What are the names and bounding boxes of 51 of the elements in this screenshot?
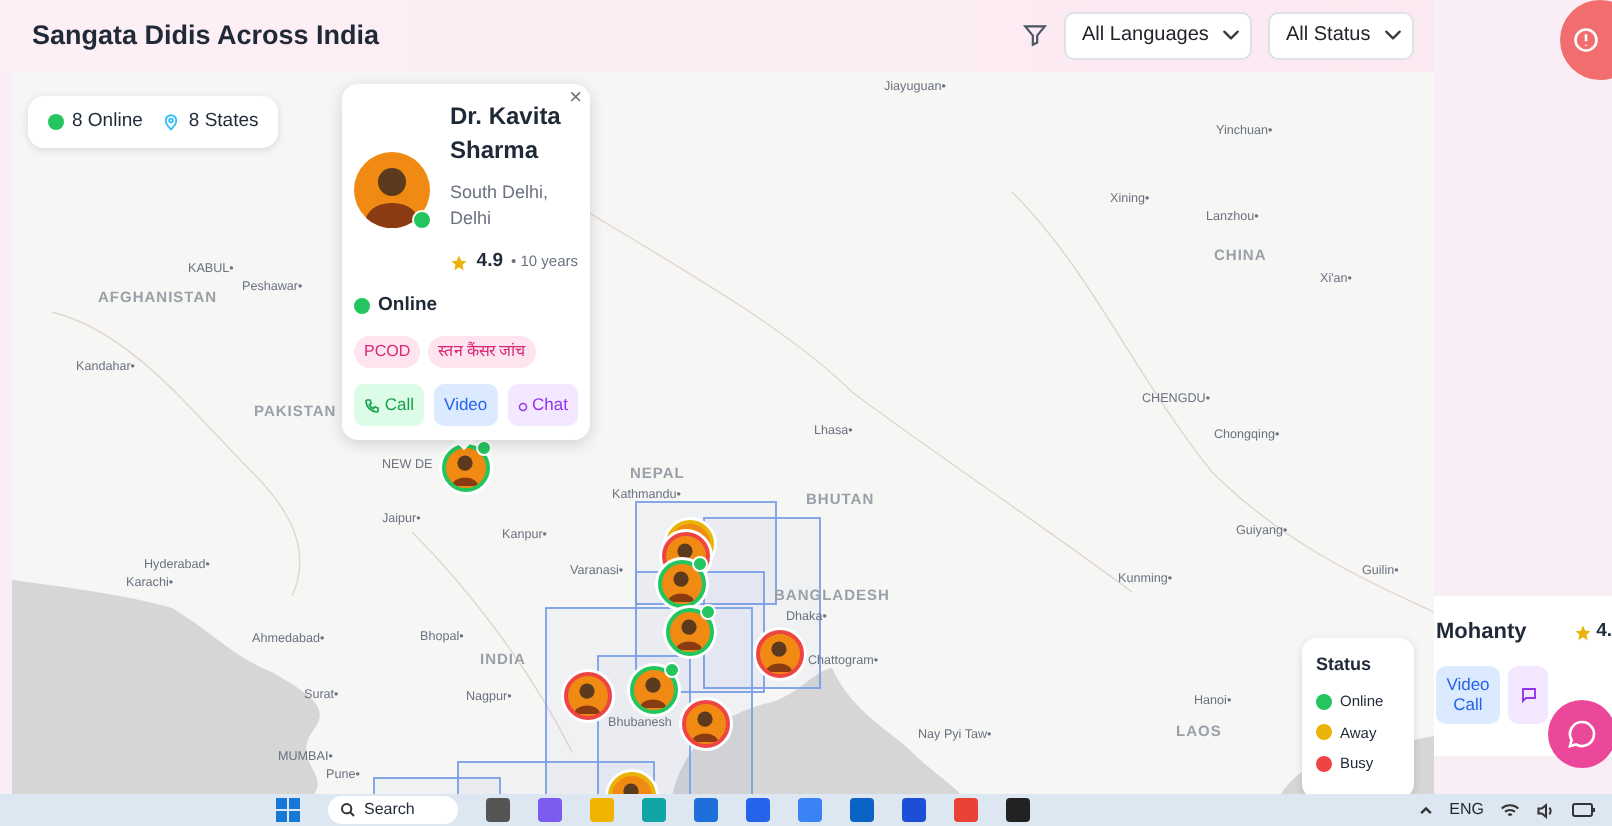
star-icon — [450, 253, 469, 272]
search-field[interactable]: Search — [328, 796, 459, 824]
search-icon — [340, 802, 356, 818]
avatar-marker[interactable] — [756, 629, 804, 678]
filter-icon[interactable] — [1022, 22, 1048, 49]
specialty-tag: PCOD — [354, 336, 421, 369]
star-icon — [1574, 623, 1593, 642]
avatar-marker[interactable] — [630, 665, 678, 714]
avatar-marker[interactable] — [666, 607, 714, 656]
chat-icon — [1519, 685, 1537, 704]
doctor-name: Mohanty — [1436, 618, 1527, 648]
app-icon[interactable] — [486, 798, 511, 822]
specialty-tag: स्तन कैंसर जांच — [428, 336, 536, 369]
alert-icon — [1572, 24, 1600, 56]
stat-text: 8 States — [188, 107, 259, 136]
phone-icon — [364, 398, 380, 415]
avatar-marker[interactable] — [442, 443, 490, 492]
chat-button[interactable]: Chat — [507, 384, 578, 427]
battery-icon[interactable] — [1572, 802, 1596, 818]
chat-button[interactable] — [1508, 665, 1548, 723]
chat-icon — [1566, 718, 1598, 750]
chevron-up-icon[interactable] — [1417, 802, 1434, 818]
app-icon[interactable] — [1006, 798, 1031, 822]
doctor-location: South Delhi, Delhi — [450, 179, 551, 232]
filter-select[interactable]: All Status — [1268, 11, 1414, 60]
map-pin-icon — [162, 112, 181, 133]
avatar — [354, 151, 430, 228]
legend-title: Status — [1316, 651, 1374, 678]
stat-text: 8 Online — [72, 107, 143, 136]
filter-select[interactable]: All Languages — [1064, 11, 1252, 60]
start-icon[interactable] — [276, 798, 300, 822]
chat-button[interactable] — [1548, 700, 1612, 768]
avatar-marker[interactable] — [682, 699, 730, 748]
video-button[interactable]: Video Call — [1436, 665, 1500, 723]
circle-icon — [517, 401, 528, 412]
volume-icon[interactable] — [1536, 801, 1556, 819]
avatar-marker[interactable] — [658, 559, 706, 608]
status-dot — [412, 209, 432, 230]
language-indicator[interactable]: ENG — [1449, 798, 1484, 822]
call-button[interactable]: Call — [354, 384, 425, 427]
doctor-name: Dr. Kavita Sharma — [450, 99, 563, 168]
rating-value: 4.9 — [476, 247, 504, 276]
video-button[interactable]: Video — [434, 384, 498, 427]
avatar-marker[interactable] — [564, 671, 612, 720]
page-title: Sangata Didis Across India — [32, 19, 380, 53]
status-text: Online — [378, 292, 438, 321]
app-icon[interactable] — [902, 798, 927, 822]
rating-value: 4. — [1596, 618, 1612, 647]
wifi-icon[interactable] — [1500, 801, 1520, 819]
status-dot — [354, 298, 370, 315]
close-button[interactable]: × — [569, 85, 582, 110]
